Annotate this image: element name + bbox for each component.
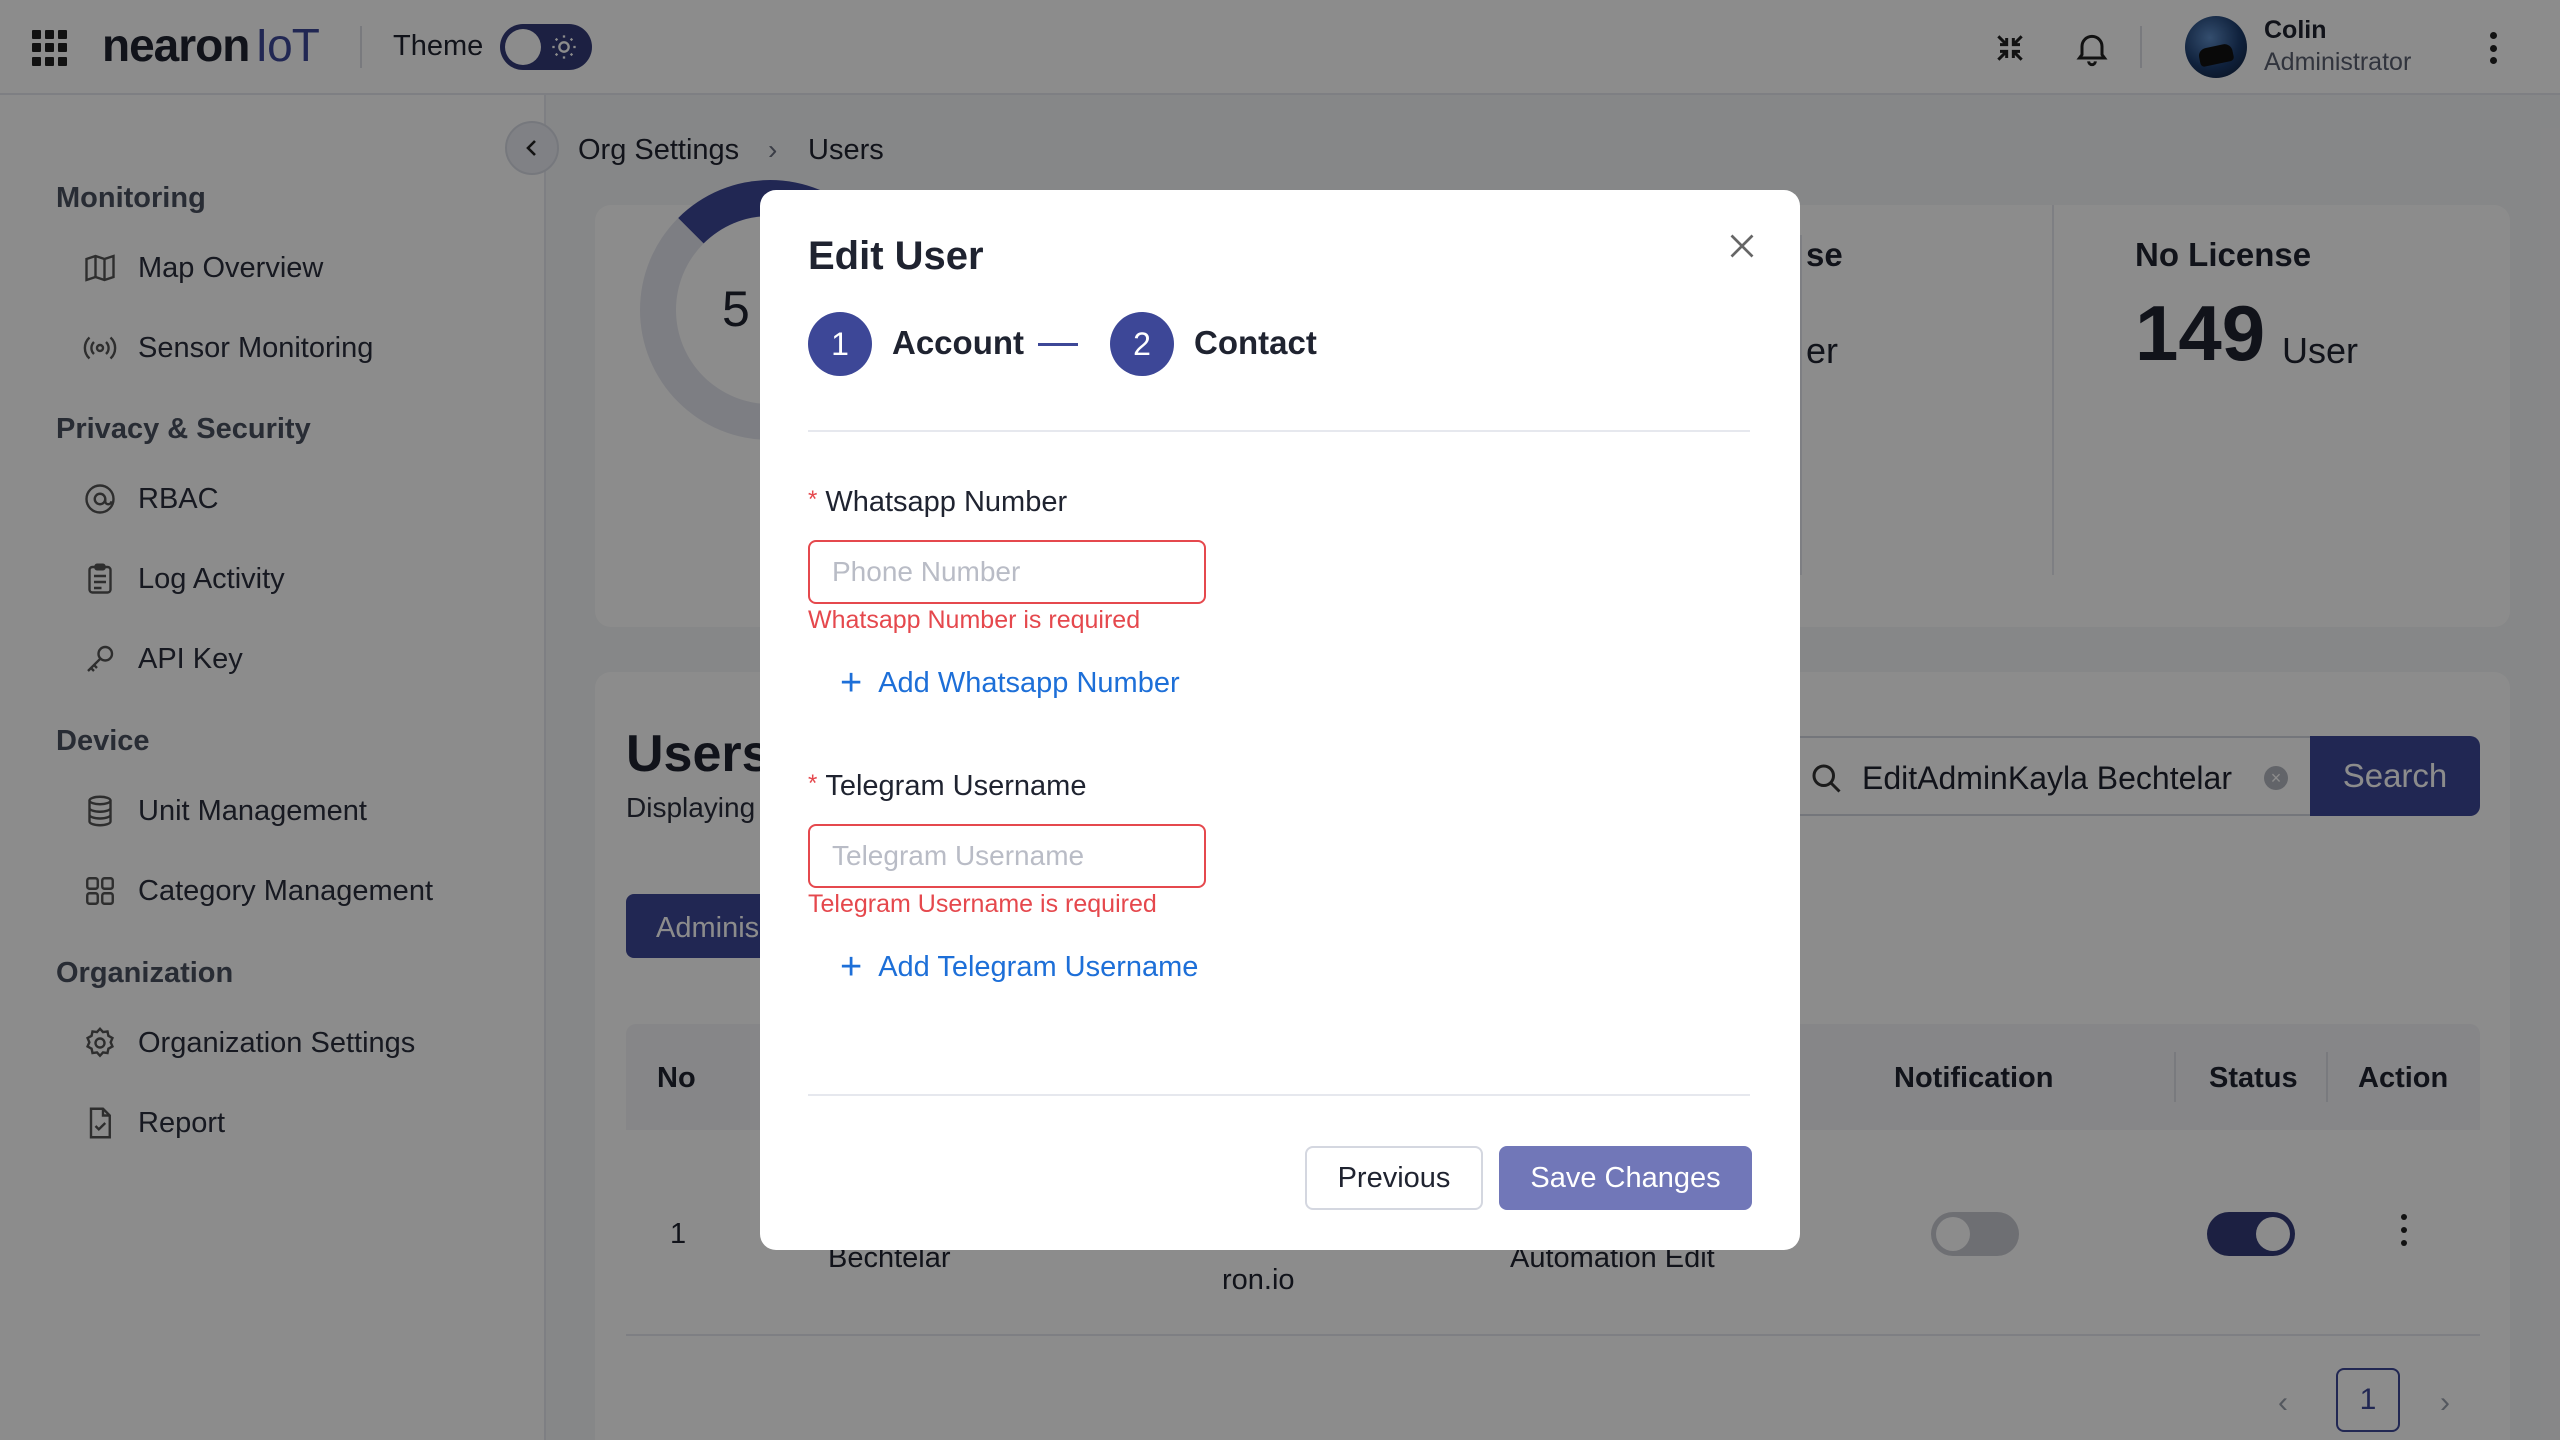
required-asterisk: * — [808, 486, 818, 513]
telegram-label-text: Telegram Username — [825, 770, 1087, 802]
close-icon[interactable] — [1724, 228, 1760, 264]
step-2-indicator: 2 — [1110, 312, 1174, 376]
add-whatsapp-label: Add Whatsapp Number — [878, 666, 1180, 699]
plus-icon: + — [840, 946, 863, 988]
whatsapp-error: Whatsapp Number is required — [808, 606, 1141, 634]
dialog-divider — [808, 430, 1750, 432]
add-whatsapp-button[interactable]: + Add Whatsapp Number — [840, 664, 1180, 702]
whatsapp-label-text: Whatsapp Number — [825, 486, 1068, 518]
whatsapp-number-input[interactable] — [808, 540, 1206, 604]
add-telegram-button[interactable]: + Add Telegram Username — [840, 948, 1198, 986]
add-telegram-label: Add Telegram Username — [878, 950, 1199, 983]
step-1-label: Account — [892, 324, 1024, 361]
save-changes-button[interactable]: Save Changes — [1499, 1146, 1752, 1210]
edit-user-dialog: Edit User 1 Account 2 Contact * Whatsapp … — [760, 190, 1800, 1250]
dialog-title: Edit User — [808, 234, 984, 278]
telegram-error: Telegram Username is required — [808, 890, 1157, 918]
whatsapp-label: * Whatsapp Number — [808, 486, 1067, 519]
telegram-username-input[interactable] — [808, 824, 1206, 888]
dialog-divider — [808, 1094, 1750, 1096]
step-1-indicator: 1 — [808, 312, 872, 376]
telegram-label: * Telegram Username — [808, 770, 1086, 803]
required-asterisk: * — [808, 770, 818, 797]
previous-button[interactable]: Previous — [1305, 1146, 1483, 1210]
step-2-label: Contact — [1194, 324, 1317, 361]
step-connector — [1038, 343, 1078, 346]
plus-icon: + — [840, 662, 863, 704]
